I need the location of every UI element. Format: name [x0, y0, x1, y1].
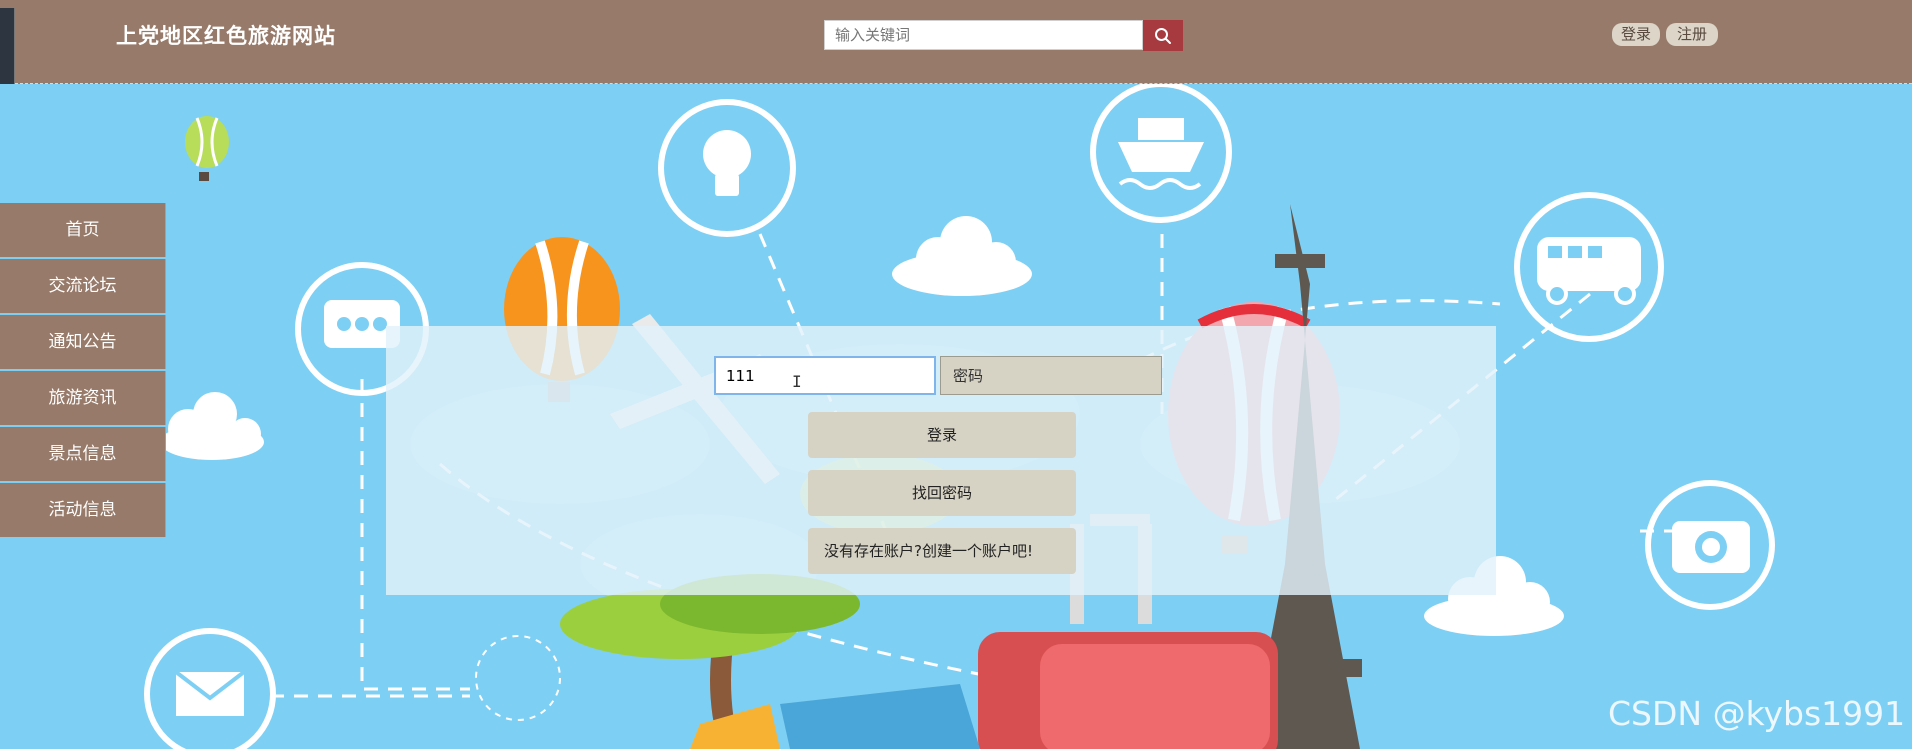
- bus-icon: [1514, 192, 1664, 342]
- camera-icon: [1645, 480, 1775, 610]
- search-icon: [1155, 27, 1171, 44]
- ship-icon: [1090, 84, 1232, 223]
- forgot-password-button[interactable]: 找回密码: [808, 470, 1076, 516]
- map-icon: [690, 684, 980, 749]
- site-title: 上党地区红色旅游网站: [116, 24, 336, 48]
- login-button[interactable]: 登录: [808, 412, 1076, 458]
- header: 上党地区红色旅游网站 登录 注册: [0, 0, 1912, 98]
- mail-icon: [144, 628, 276, 749]
- nav-item-activities[interactable]: 活动信息: [0, 483, 166, 537]
- nav-item-travel-news[interactable]: 旅游资讯: [0, 371, 166, 425]
- username-input[interactable]: [714, 356, 936, 395]
- bulb-icon: [658, 99, 796, 237]
- small-balloon-icon: [185, 116, 229, 181]
- watermark: CSDN @kybs1991: [1608, 694, 1906, 733]
- nav-item-forum[interactable]: 交流论坛: [0, 259, 166, 313]
- nav-item-home[interactable]: 首页: [0, 203, 166, 257]
- create-account-link[interactable]: 没有存在账户?创建一个账户吧!: [808, 528, 1076, 574]
- nav-item-attractions[interactable]: 景点信息: [0, 427, 166, 481]
- text-cursor-icon: I: [792, 372, 802, 391]
- search-input[interactable]: [824, 20, 1143, 50]
- header-login-button[interactable]: 登录: [1612, 23, 1660, 46]
- search-button[interactable]: [1143, 20, 1183, 51]
- password-input[interactable]: [940, 356, 1162, 395]
- header-register-button[interactable]: 注册: [1666, 23, 1718, 46]
- nav-item-notices[interactable]: 通知公告: [0, 315, 166, 369]
- side-navigation: 首页 交流论坛 通知公告 旅游资讯 景点信息 活动信息: [0, 203, 166, 539]
